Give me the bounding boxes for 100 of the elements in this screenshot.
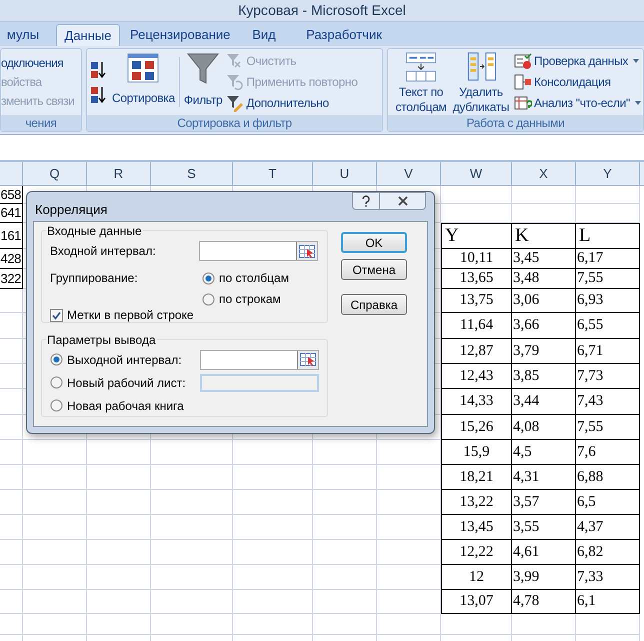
radio-button[interactable] [202, 292, 215, 306]
empty-cell[interactable] [151, 465, 233, 490]
column-header[interactable]: X [512, 162, 576, 185]
empty-cell[interactable] [0, 540, 23, 565]
column-header[interactable]: T [233, 162, 313, 185]
ribbon-button[interactable]: Анализ "что-если" [514, 94, 642, 112]
empty-cell[interactable] [313, 590, 377, 614]
empty-cell[interactable] [87, 515, 151, 540]
text-to-columns-button[interactable]: Текст по столбцам [391, 49, 451, 115]
empty-cell[interactable] [23, 540, 87, 565]
empty-cell[interactable] [151, 440, 233, 465]
radio-label[interactable]: Новая рабочая книга [67, 396, 184, 414]
dialog-button[interactable]: Отмена [341, 259, 407, 280]
empty-cell[interactable] [313, 515, 377, 540]
empty-cell[interactable] [0, 339, 23, 364]
empty-cell[interactable] [576, 614, 640, 635]
radio-label[interactable]: по столбцам [219, 269, 289, 287]
input-field[interactable] [200, 374, 319, 392]
ribbon-button[interactable]: Проверка данных [514, 52, 642, 70]
empty-cell[interactable] [0, 440, 23, 465]
empty-cell[interactable] [441, 614, 512, 635]
empty-cell[interactable] [87, 440, 151, 465]
column-header[interactable]: R [87, 162, 151, 185]
radio-button[interactable] [50, 353, 63, 366]
empty-cell[interactable] [313, 614, 377, 635]
empty-cell[interactable] [0, 565, 23, 590]
empty-cell[interactable] [233, 590, 313, 614]
empty-cell[interactable] [87, 565, 151, 590]
empty-cell[interactable] [0, 415, 23, 440]
dialog-button[interactable]: Справка [341, 294, 407, 315]
checkbox[interactable] [50, 308, 63, 322]
empty-cell[interactable] [233, 515, 313, 540]
radio-label[interactable]: Выходной интервал: [67, 350, 182, 368]
column-header[interactable]: W [441, 162, 512, 185]
radio-label[interactable]: по строкам [219, 290, 281, 308]
empty-cell[interactable] [23, 614, 87, 635]
empty-cell[interactable] [87, 590, 151, 614]
empty-cell[interactable] [377, 614, 441, 635]
empty-cell[interactable] [0, 289, 23, 313]
empty-cell[interactable] [151, 540, 233, 565]
empty-cell[interactable] [151, 565, 233, 590]
empty-cell[interactable] [23, 590, 87, 614]
empty-cell[interactable] [87, 540, 151, 565]
remove-duplicates-button[interactable]: Удалить дубликаты [451, 49, 511, 115]
empty-cell[interactable] [0, 389, 23, 415]
empty-cell[interactable] [313, 540, 377, 565]
empty-cell[interactable] [377, 515, 441, 540]
ribbon-button[interactable]: Дополнительно [225, 94, 358, 112]
column-header[interactable]: V [377, 162, 441, 185]
ribbon-button[interactable]: одключения [1, 54, 74, 72]
empty-cell[interactable] [151, 490, 233, 515]
empty-cell[interactable] [233, 490, 313, 515]
ribbon-tab[interactable]: мулы [0, 24, 46, 46]
sort-button[interactable]: Сортировка [112, 49, 175, 115]
empty-cell[interactable] [0, 614, 23, 635]
empty-cell[interactable] [377, 465, 441, 490]
empty-cell[interactable] [313, 565, 377, 590]
empty-cell[interactable] [233, 614, 313, 635]
dialog-button[interactable]: OK [341, 232, 407, 253]
range-field[interactable] [200, 350, 319, 370]
empty-cell[interactable] [576, 204, 640, 223]
empty-cell[interactable] [151, 590, 233, 614]
empty-cell[interactable] [23, 465, 87, 490]
empty-cell[interactable] [313, 440, 377, 465]
empty-cell[interactable] [512, 614, 576, 635]
column-header[interactable]: U [313, 162, 377, 185]
radio-label[interactable]: Новый рабочий лист: [67, 374, 186, 392]
empty-cell[interactable] [233, 465, 313, 490]
help-button[interactable] [352, 192, 380, 210]
empty-cell[interactable] [23, 565, 87, 590]
empty-cell[interactable] [377, 490, 441, 515]
empty-cell[interactable] [233, 565, 313, 590]
empty-cell[interactable] [151, 515, 233, 540]
empty-cell[interactable] [0, 313, 23, 339]
column-header[interactable]: S [151, 162, 233, 185]
ribbon-tab[interactable]: Разработчик [298, 24, 390, 46]
empty-cell[interactable] [441, 204, 512, 223]
filter-button[interactable]: Фильтр [184, 49, 222, 115]
range-field[interactable] [199, 241, 318, 261]
empty-cell[interactable] [512, 186, 576, 204]
empty-cell[interactable] [151, 614, 233, 635]
column-header[interactable]: Q [23, 162, 87, 185]
ribbon-tab[interactable]: Рецензирование [130, 24, 230, 46]
empty-cell[interactable] [23, 440, 87, 465]
empty-cell[interactable] [377, 440, 441, 465]
empty-cell[interactable] [233, 540, 313, 565]
checkbox-label[interactable]: Метки в первой строке [67, 306, 194, 324]
empty-cell[interactable] [377, 540, 441, 565]
radio-button[interactable] [202, 272, 215, 284]
radio-button[interactable] [50, 399, 63, 412]
column-header[interactable]: Y [576, 162, 640, 185]
empty-cell[interactable] [313, 465, 377, 490]
empty-cell[interactable] [441, 186, 512, 204]
empty-cell[interactable] [0, 590, 23, 614]
empty-cell[interactable] [23, 490, 87, 515]
empty-cell[interactable] [0, 515, 23, 540]
empty-cell[interactable] [377, 590, 441, 614]
empty-cell[interactable] [576, 186, 640, 204]
close-button[interactable] [380, 192, 426, 210]
empty-cell[interactable] [512, 204, 576, 223]
